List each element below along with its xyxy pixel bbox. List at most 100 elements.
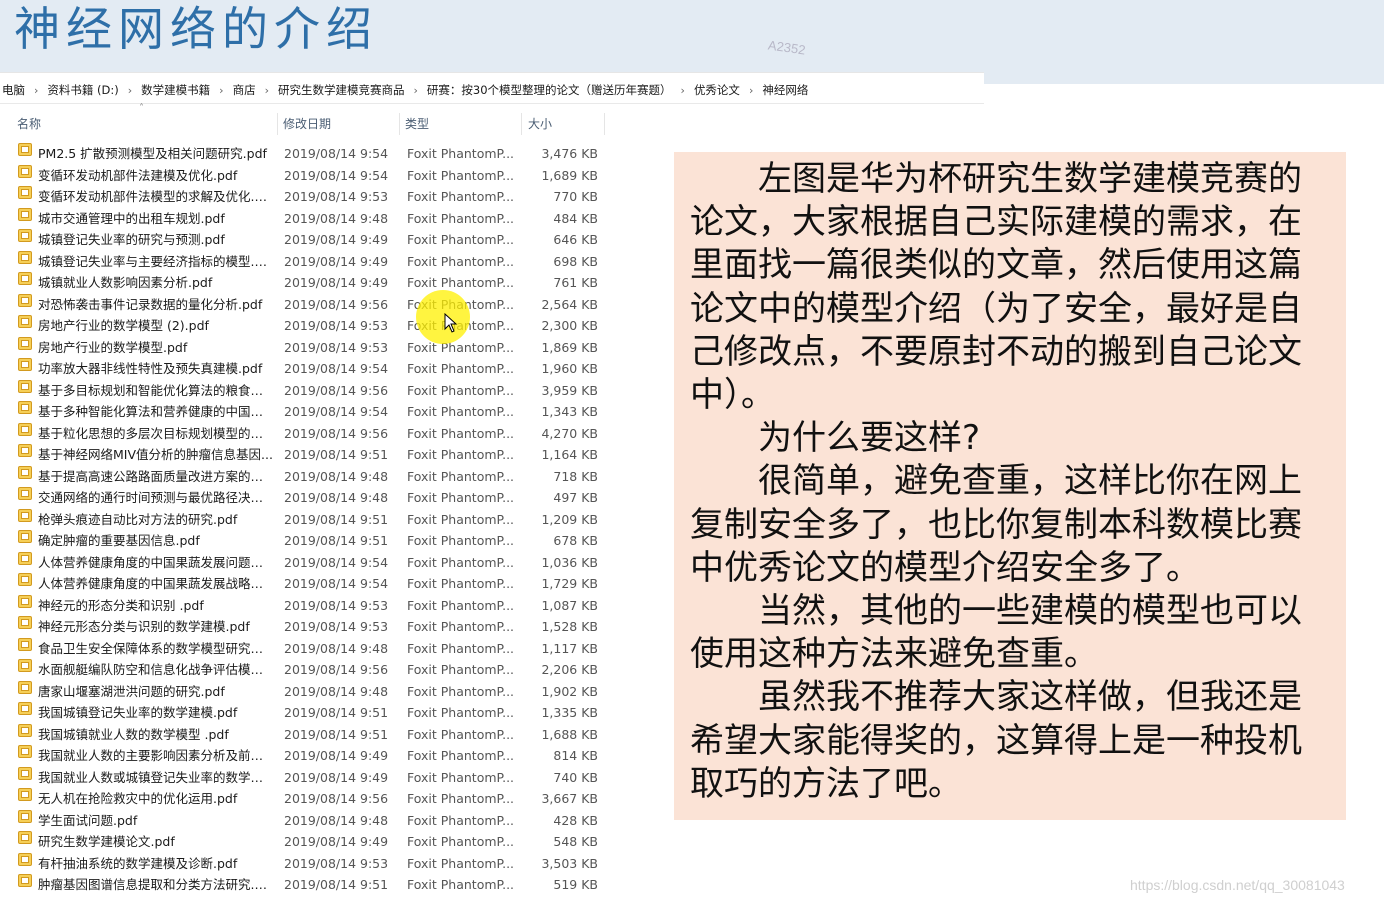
file-date: 2019/08/14 9:51 (284, 877, 389, 892)
column-header-size[interactable]: 大小 (523, 113, 605, 135)
explanation-panel: 左图是华为杯研究生数学建模竞赛的论文，大家根据自己实际建模的需求，在里面找一篇很… (674, 152, 1346, 820)
file-row[interactable]: 人体营养健康角度的中国果蔬发展问题研... 2019/08/14 9:54 Foxi… (0, 551, 620, 574)
file-type: Foxit PhantomP... (407, 619, 515, 634)
file-row[interactable]: 变循环发动机部件法建模及优化.pdf 2019/08/14 9:54 Foxit P… (0, 164, 620, 187)
file-row[interactable]: 我国就业人数的主要影响因素分析及前景... 2019/08/14 9:49 Foxi… (0, 745, 620, 767)
breadcrumb-item[interactable]: 电脑 (0, 82, 27, 98)
file-row[interactable]: 神经元的形态分类和识别 .pdf 2019/08/14 9:53 Foxit Pha… (0, 594, 620, 617)
file-type: Foxit PhantomP... (407, 791, 515, 806)
file-row[interactable]: 枪弹头痕迹自动比对方法的研究.pdf 2019/08/14 9:51 Foxit P… (0, 508, 620, 531)
file-row[interactable]: 房地产行业的数学模型.pdf 2019/08/14 9:53 Foxit Phant… (0, 336, 620, 359)
breadcrumb-item[interactable]: 商店 (231, 82, 258, 98)
file-name: 基于多种智能化算法和营养健康的中国果... (38, 404, 273, 419)
file-row[interactable]: 交通网络的通行时间预测与最优路径决策... 2019/08/14 9:48 Foxi… (0, 487, 620, 509)
file-name: 神经元形态分类与识别的数学建模.pdf (38, 619, 250, 634)
file-row[interactable]: 肿瘤基因图谱信息提取和分类方法研究.p... 2019/08/14 9:51 Fox… (0, 874, 620, 896)
file-row[interactable]: 对恐怖袭击事件记录数据的量化分析.pdf2019/08/14 9:56Foxit… (0, 293, 620, 316)
file-date: 2019/08/14 9:49 (284, 232, 389, 247)
file-type: Foxit PhantomP... (407, 834, 515, 849)
file-date: 2019/08/14 9:54 (284, 361, 389, 376)
file-size: 1,960 KB (541, 361, 598, 376)
file-date: 2019/08/14 9:53 (284, 339, 389, 355)
file-type: Foxit PhantomP... (407, 533, 515, 548)
file-name: 城镇登记失业率的研究与预测.pdf (38, 232, 225, 247)
cursor-highlight (416, 290, 470, 344)
file-type: Foxit PhantomP... (407, 748, 515, 763)
pdf-file-icon (18, 186, 32, 199)
file-date: 2019/08/14 9:54 (284, 554, 389, 570)
file-size: 497 KB (553, 490, 598, 505)
breadcrumb-item[interactable]: 优秀论文 (692, 82, 742, 98)
file-date: 2019/08/14 9:48 (284, 812, 389, 828)
chevron-right-icon[interactable]: › (742, 84, 760, 97)
file-row[interactable]: 食品卫生安全保障体系的数学模型研究（... 2019/08/14 9:48 Foxi… (0, 637, 620, 660)
file-name: 交通网络的通行时间预测与最优路径决策... (38, 490, 273, 505)
file-row[interactable]: 水面舰艇编队防空和信息化战争评估模型... 2019/08/14 9:56 Foxi… (0, 659, 620, 681)
file-type: Foxit PhantomP... (407, 167, 515, 183)
file-row[interactable]: 学生面试问题.pdf 2019/08/14 9:48 Foxit PhantomP.… (0, 809, 620, 832)
pdf-file-icon (18, 336, 32, 350)
file-row[interactable]: 变循环发动机部件法模型的求解及优化.p... 2019/08/14 9:53 Fox… (0, 186, 620, 208)
file-row[interactable]: 功率放大器非线性特性及预失真建模.pdf 2019/08/14 9:54 Foxit… (0, 358, 620, 380)
file-row[interactable]: 城镇登记失业率与主要经济指标的模型.p... 2019/08/14 9:49 Fox… (0, 250, 620, 273)
file-size: 718 KB (553, 468, 598, 484)
breadcrumb-item[interactable]: 神经网络 (760, 82, 810, 98)
file-name: 基于多目标规划和智能优化算法的粮食最... (38, 382, 273, 398)
chevron-right-icon[interactable]: › (406, 84, 424, 97)
chevron-right-icon[interactable]: › (27, 84, 45, 97)
file-row[interactable]: 我国城镇登记失业率的数学建模.pdf 2019/08/14 9:51 Foxit P… (0, 702, 620, 724)
pdf-file-icon (18, 594, 32, 608)
column-header-date[interactable]: 修改日期 (278, 113, 400, 135)
chevron-right-icon[interactable]: › (258, 84, 276, 97)
file-row[interactable]: 基于提高高速公路路面质量改进方案的探... 2019/08/14 9:48 Foxi… (0, 465, 620, 488)
chevron-right-icon[interactable]: › (674, 84, 692, 97)
file-name: 我国城镇就业人数的数学模型 .pdf (38, 726, 229, 742)
file-name: 变循环发动机部件法建模及优化.pdf (38, 167, 238, 183)
file-row[interactable]: 城市交通管理中的出租车规划.pdf 2019/08/14 9:48 Foxit Ph… (0, 207, 620, 230)
pdf-file-icon (18, 616, 32, 629)
file-row[interactable]: 神经元形态分类与识别的数学建模.pdf 2019/08/14 9:53 Foxit … (0, 616, 620, 638)
file-row[interactable]: 基于粒化思想的多层次目标规划模型的研... 2019/08/14 9:56 Foxi… (0, 422, 620, 445)
file-row[interactable]: 研究生数学建模论文.pdf 2019/08/14 9:49 Foxit Phanto… (0, 831, 620, 853)
file-row[interactable]: 基于神经网络MIV值分析的肿瘤信息基因... 2019/08/14 9:51 Fox… (0, 444, 620, 466)
file-row[interactable]: 基于多目标规划和智能优化算法的粮食最... 2019/08/14 9:56 Foxi… (0, 379, 620, 402)
file-date: 2019/08/14 9:49 (284, 748, 389, 763)
file-row[interactable]: 有杆抽油系统的数学建模及诊断.pdf 2019/08/14 9:53 Foxit P… (0, 852, 620, 875)
file-size: 814 KB (553, 748, 598, 763)
file-row[interactable]: 唐家山堰塞湖泄洪问题的研究.pdf 2019/08/14 9:48 Foxit Ph… (0, 680, 620, 703)
file-row[interactable]: 我国城镇就业人数的数学模型 .pdf 2019/08/14 9:51 Foxit P… (0, 723, 620, 746)
file-type: Foxit PhantomP... (407, 232, 515, 247)
file-row[interactable]: PM2.5 扩散预测模型及相关问题研究.pdf 2019/08/14 9:54 Fo… (0, 143, 620, 165)
file-size: 3,667 KB (541, 791, 598, 806)
file-row[interactable]: 城镇登记失业率的研究与预测.pdf 2019/08/14 9:49 Foxit Ph… (0, 229, 620, 251)
file-row[interactable]: 确定肿瘤的重要基因信息.pdf 2019/08/14 9:51 Foxit Phan… (0, 530, 620, 552)
file-row[interactable]: 无人机在抢险救灾中的优化运用.pdf 2019/08/14 9:56 Foxit P… (0, 788, 620, 810)
file-size: 548 KB (553, 834, 598, 849)
file-name: 我国就业人数或城镇登记失业率的数学建... (38, 769, 273, 785)
file-date: 2019/08/14 9:53 (284, 189, 389, 204)
column-header-name[interactable]: 名称 (12, 113, 278, 135)
file-row[interactable]: 人体营养健康角度的中国果蔬发展战略研... 2019/08/14 9:54 Foxi… (0, 573, 620, 595)
file-row[interactable]: 城镇就业人数影响因素分析.pdf 2019/08/14 9:49 Foxit Pha… (0, 272, 620, 294)
breadcrumb-item[interactable]: 资料书籍 (D:) (45, 82, 120, 98)
pdf-file-icon (18, 164, 32, 178)
file-row[interactable]: 基于多种智能化算法和营养健康的中国果... 2019/08/14 9:54 Foxi… (0, 401, 620, 423)
file-type: Foxit PhantomP... (407, 490, 515, 505)
pdf-file-icon (18, 465, 32, 479)
breadcrumb-item[interactable]: 研究生数学建模竞赛商品 (276, 82, 407, 98)
breadcrumb-item[interactable]: 研赛：按30个模型整理的论文（赠送历年赛题） (425, 82, 674, 98)
file-type: Foxit PhantomP... (407, 576, 515, 591)
chevron-right-icon[interactable]: › (121, 84, 139, 97)
file-name: 我国城镇登记失业率的数学建模.pdf (38, 705, 238, 720)
file-size: 1,164 KB (541, 447, 598, 462)
chevron-right-icon[interactable]: › (212, 84, 230, 97)
file-name: 有杆抽油系统的数学建模及诊断.pdf (38, 855, 238, 871)
column-header-type[interactable]: 类型 (400, 113, 522, 135)
file-row[interactable]: 房地产行业的数学模型 (2).pdf2019/08/14 9:53Foxit P… (0, 315, 620, 337)
breadcrumb: 电脑 › 资料书籍 (D:) › 数学建模书籍 › 商店 › 研究生数学建模竞赛商品 › 研赛：按3… (0, 79, 984, 104)
file-size: 1,689 KB (541, 167, 598, 183)
breadcrumb-item[interactable]: 数学建模书籍 (139, 82, 212, 98)
file-date: 2019/08/14 9:48 (284, 683, 389, 699)
file-row[interactable]: 我国就业人数或城镇登记失业率的数学建... 2019/08/14 9:49 Foxi… (0, 766, 620, 789)
file-name: 房地产行业的数学模型 (2).pdf (38, 318, 209, 333)
